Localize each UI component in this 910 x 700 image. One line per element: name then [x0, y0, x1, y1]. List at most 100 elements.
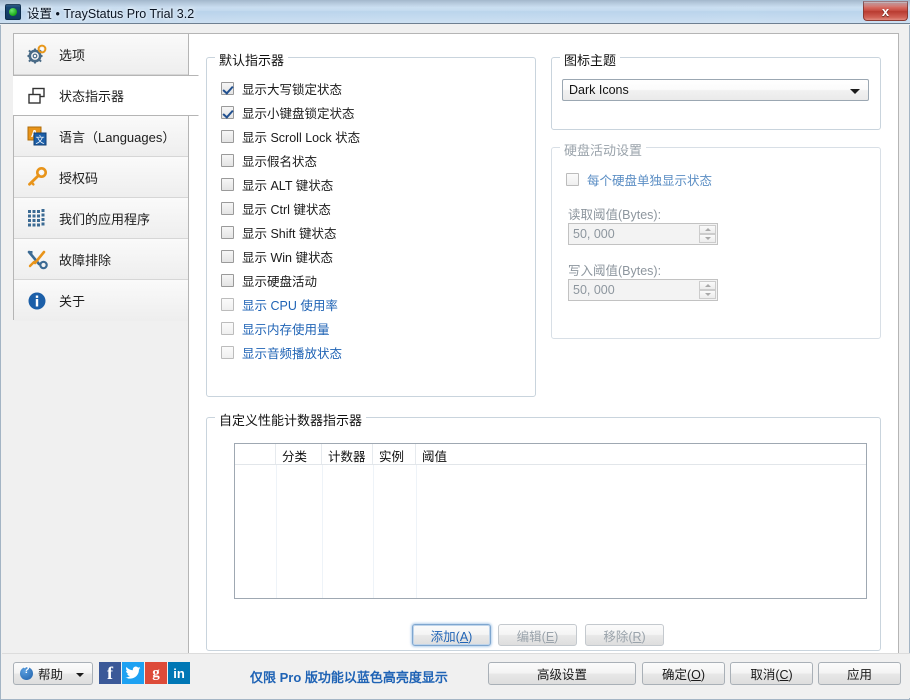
stepper-up-icon[interactable] — [699, 225, 716, 234]
edit-counter-button[interactable]: 编辑(E) — [498, 624, 577, 646]
checkbox-box — [221, 298, 234, 311]
write-threshold-label: 写入阈值(Bytes): — [568, 264, 662, 278]
facebook-icon[interactable]: f — [99, 662, 121, 684]
sidebar-item-license[interactable]: 授权码 — [14, 157, 188, 198]
column-header-threshold[interactable]: 阈值 — [416, 444, 866, 464]
apply-label: 应用 — [846, 668, 872, 682]
checkbox-alt-key[interactable]: 显示 ALT 键状态 — [221, 175, 333, 194]
default-indicators-group: 默认指示器 显示大写锁定状态 显示小键盘锁定状态 显示 Scroll Lock … — [206, 50, 536, 397]
ok-button[interactable]: 确定(O) — [642, 662, 725, 685]
checkbox-box — [221, 202, 234, 215]
column-header-category[interactable]: 分类 — [276, 444, 322, 464]
sidebar-item-languages[interactable]: A 文 语言（Languages） — [14, 116, 188, 157]
custom-counters-group: 自定义性能计数器指示器 分类 计数器 实例 阈值 — [206, 410, 881, 651]
sidebar-item-label: 授权码 — [59, 170, 99, 186]
advanced-settings-button[interactable]: 高级设置 — [488, 662, 636, 685]
stepper-down-icon[interactable] — [699, 234, 716, 243]
apps-grid-icon — [26, 207, 48, 229]
chevron-down-icon — [850, 89, 860, 94]
sidebar-item-our-apps[interactable]: 我们的应用程序 — [14, 198, 188, 239]
checkbox-box — [221, 82, 234, 95]
pro-feature-notice: 仅限 Pro 版功能以蓝色高亮度显示 — [250, 670, 448, 685]
linkedin-glyph: in — [173, 665, 185, 681]
chevron-down-icon[interactable] — [76, 673, 84, 677]
checkbox-box — [566, 173, 579, 186]
sidebar-item-options[interactable]: 选项 — [14, 34, 188, 75]
close-button[interactable]: x — [863, 1, 908, 21]
table-body — [235, 465, 866, 598]
advanced-settings-label: 高级设置 — [536, 668, 587, 682]
stepper-down-icon[interactable] — [699, 290, 716, 299]
googleplus-icon[interactable]: g — [145, 662, 167, 684]
read-threshold-input[interactable]: 50, 000 — [568, 223, 718, 245]
settings-content-panel: 默认指示器 显示大写锁定状态 显示小键盘锁定状态 显示 Scroll Lock … — [188, 33, 899, 660]
cancel-button[interactable]: 取消(C) — [730, 662, 813, 685]
traystatus-icon — [5, 4, 21, 20]
checkbox-cpu-usage[interactable]: 显示 CPU 使用率 — [221, 295, 338, 314]
icon-theme-value: Dark Icons — [569, 83, 629, 97]
title-bar: 设置 • TrayStatus Pro Trial 3.2 x — [0, 0, 910, 24]
sidebar-item-about[interactable]: 关于 — [14, 280, 188, 321]
read-threshold-stepper[interactable] — [699, 225, 716, 243]
checkbox-shift-key[interactable]: 显示 Shift 键状态 — [221, 223, 336, 242]
column-header-blank[interactable] — [235, 444, 276, 464]
counters-table[interactable]: 分类 计数器 实例 阈值 — [234, 443, 867, 599]
write-threshold-value: 50, 000 — [573, 283, 615, 297]
tools-icon — [26, 248, 48, 270]
help-icon — [20, 665, 33, 680]
checkbox-box — [221, 154, 234, 167]
language-icon: A 文 — [26, 125, 48, 147]
read-threshold-value: 50, 000 — [573, 227, 615, 241]
stepper-up-icon[interactable] — [699, 281, 716, 290]
info-icon — [26, 290, 48, 312]
sidebar-item-status-indicators[interactable]: 状态指示器 — [13, 75, 199, 116]
checkbox-box — [221, 226, 234, 239]
checkbox-box — [221, 106, 234, 119]
key-icon — [26, 166, 48, 188]
checkbox-kana[interactable]: 显示假名状态 — [221, 151, 317, 170]
checkbox-label: 显示 Ctrl 键状态 — [242, 203, 331, 217]
settings-window: 设置 • TrayStatus Pro Trial 3.2 x 选项 状态指示器… — [0, 0, 910, 700]
twitter-icon[interactable] — [122, 662, 144, 684]
disk-activity-group: 硬盘活动设置 每个硬盘单独显示状态 读取阈值(Bytes): 50, 000 写… — [551, 140, 881, 339]
checkbox-caps-lock[interactable]: 显示大写锁定状态 — [221, 79, 342, 98]
add-counter-label: 添加(A) — [430, 629, 473, 644]
icon-theme-select[interactable]: Dark Icons — [562, 79, 869, 101]
checkbox-box — [221, 130, 234, 143]
write-threshold-input[interactable]: 50, 000 — [568, 279, 718, 301]
facebook-glyph: f — [107, 662, 113, 683]
write-threshold-stepper[interactable] — [699, 281, 716, 299]
footer-bar: 帮助 f g in 仅限 Pro 版功能以蓝色高亮度显示 高级设置 — [2, 653, 910, 698]
checkbox-ctrl-key[interactable]: 显示 Ctrl 键状态 — [221, 199, 331, 218]
column-header-counter[interactable]: 计数器 — [322, 444, 373, 464]
checkbox-audio-playback[interactable]: 显示音频播放状态 — [221, 343, 342, 362]
checkbox-disk-activity[interactable]: 显示硬盘活动 — [221, 271, 317, 290]
linkedin-icon[interactable]: in — [168, 662, 190, 684]
checkbox-scroll-lock[interactable]: 显示 Scroll Lock 状态 — [221, 127, 360, 146]
checkbox-label: 显示 CPU 使用率 — [242, 299, 338, 313]
checkbox-label: 显示 Shift 键状态 — [242, 227, 337, 241]
remove-counter-label: 移除(R) — [603, 629, 646, 644]
sidebar-item-label: 状态指示器 — [59, 89, 125, 104]
twitter-bird-glyph — [125, 666, 141, 679]
read-threshold-label: 读取阈值(Bytes): — [568, 208, 662, 222]
checkbox-box — [221, 322, 234, 335]
help-button[interactable]: 帮助 — [13, 662, 93, 685]
sidebar-item-troubleshooting[interactable]: 故障排除 — [14, 239, 188, 280]
group-title: 自定义性能计数器指示器 — [215, 410, 367, 429]
add-counter-button[interactable]: 添加(A) — [412, 624, 491, 646]
checkbox-num-lock[interactable]: 显示小键盘锁定状态 — [221, 103, 355, 122]
apply-button[interactable]: 应用 — [818, 662, 901, 685]
column-header-instance[interactable]: 实例 — [373, 444, 416, 464]
edit-counter-label: 编辑(E) — [516, 629, 559, 644]
svg-text:文: 文 — [35, 134, 44, 145]
checkbox-per-disk-status[interactable]: 每个硬盘单独显示状态 — [566, 170, 712, 189]
checkbox-win-key[interactable]: 显示 Win 键状态 — [221, 247, 333, 266]
checkbox-memory-usage[interactable]: 显示内存使用量 — [221, 319, 330, 338]
client-area: 选项 状态指示器 A 文 — [0, 25, 910, 700]
sidebar-item-label: 选项 — [59, 47, 86, 63]
table-header-row: 分类 计数器 实例 阈值 — [235, 444, 866, 465]
close-icon: x — [881, 4, 890, 19]
remove-counter-button[interactable]: 移除(R) — [585, 624, 664, 646]
sidebar-nav: 选项 状态指示器 A 文 — [13, 33, 199, 321]
